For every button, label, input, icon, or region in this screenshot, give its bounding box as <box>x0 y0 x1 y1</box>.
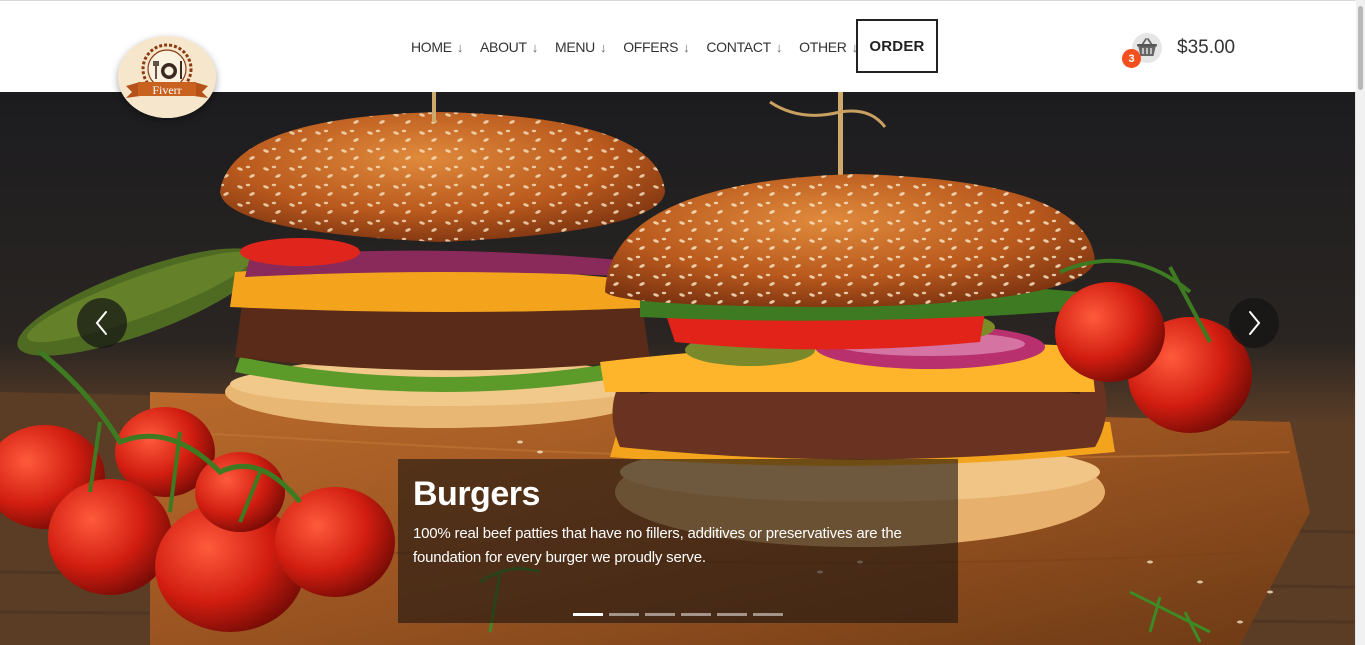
nav-item-label: MENU <box>554 39 595 55</box>
nav-item-label: OFFERS <box>623 39 679 55</box>
slider-indicator-1[interactable] <box>573 613 603 616</box>
scrollbar-thumb[interactable] <box>1358 6 1363 90</box>
order-button[interactable]: ORDER <box>856 19 938 73</box>
nav-item-label: OTHER <box>799 39 847 55</box>
slider-indicator-3[interactable] <box>645 613 675 616</box>
arrow-down-icon: ↓ <box>683 39 690 55</box>
slider-indicator-2[interactable] <box>609 613 639 616</box>
nav-item-home[interactable]: HOME ↓ <box>411 39 463 55</box>
arrow-down-icon: ↓ <box>599 39 607 55</box>
slider-indicator-6[interactable] <box>753 613 783 616</box>
cart-widget[interactable]: 3 $35.00 <box>1122 33 1252 69</box>
nav-item-menu[interactable]: MENU ↓ <box>554 39 607 55</box>
brand-logo[interactable]: Fiverr <box>118 36 216 118</box>
slider-next-button[interactable] <box>1229 298 1279 348</box>
nav-item-label: CONTACT <box>706 39 771 55</box>
page-scrollbar[interactable] <box>1355 0 1365 645</box>
nav-item-contact[interactable]: CONTACT ↓ <box>706 39 782 55</box>
slide-title: Burgers <box>413 475 540 513</box>
slider-indicator-5[interactable] <box>717 613 747 616</box>
slider-prev-button[interactable] <box>77 298 127 348</box>
nav-item-offers[interactable]: OFFERS ↓ <box>623 39 689 55</box>
nav-item-other[interactable]: OTHER ↓ <box>799 39 858 55</box>
slider-indicator-4[interactable] <box>681 613 711 616</box>
chevron-right-icon <box>1249 311 1261 335</box>
slider-indicators <box>573 613 789 616</box>
nav-item-about[interactable]: ABOUT ↓ <box>480 39 538 55</box>
main-nav: HOME ↓ ABOUT ↓ MENU ↓ OFFERS ↓ CONTACT ↓ OTHE… <box>411 39 875 59</box>
nav-item-label: ABOUT <box>480 39 527 55</box>
nav-item-label: HOME <box>411 39 452 55</box>
hero-slider: Burgers 100% real beef patties that have… <box>0 92 1356 645</box>
cart-total: $35.00 <box>1177 37 1236 58</box>
cart-count-badge: 3 <box>1122 49 1141 68</box>
arrow-down-icon: ↓ <box>456 39 464 55</box>
chevron-left-icon <box>95 311 107 335</box>
arrow-down-icon: ↓ <box>531 39 539 55</box>
logo-text: Fiverr <box>152 83 181 97</box>
slide-description: 100% real beef patties that have no fill… <box>413 525 902 566</box>
slide-caption: Burgers 100% real beef patties that have… <box>398 459 958 623</box>
arrow-down-icon: ↓ <box>775 39 783 55</box>
